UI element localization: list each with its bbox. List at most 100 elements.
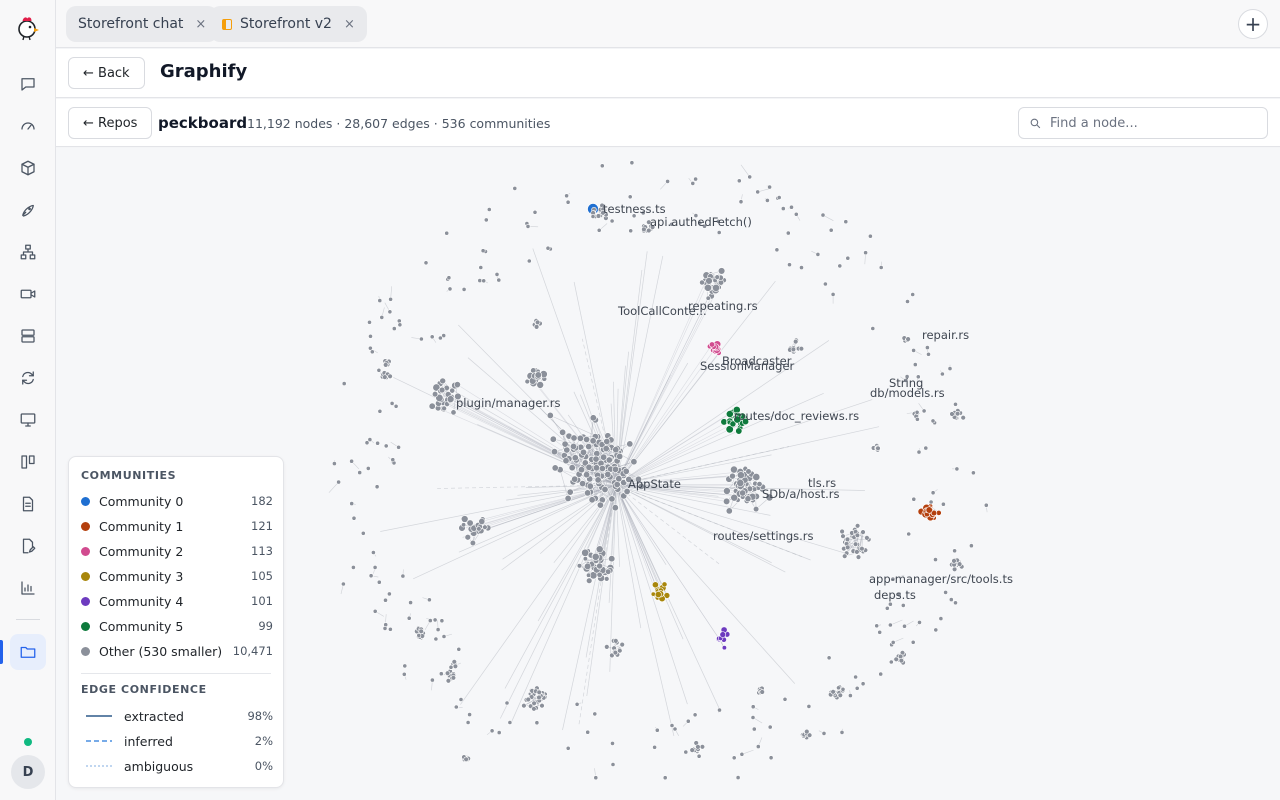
graph-node[interactable] xyxy=(863,250,868,256)
graph-node[interactable] xyxy=(585,463,593,471)
graph-node[interactable] xyxy=(521,702,527,709)
graph-node[interactable] xyxy=(477,278,483,283)
graph-node[interactable] xyxy=(854,523,861,529)
graph-node[interactable] xyxy=(450,675,457,681)
graph-node[interactable] xyxy=(930,490,936,496)
graph-node[interactable] xyxy=(951,558,957,564)
graph-node[interactable] xyxy=(478,265,484,270)
graph-node[interactable] xyxy=(650,591,656,597)
graph-node[interactable] xyxy=(683,749,689,755)
graph-node[interactable] xyxy=(444,670,451,676)
graph-node[interactable] xyxy=(877,629,883,635)
graph-node[interactable] xyxy=(690,181,696,186)
graph-node[interactable] xyxy=(888,622,893,628)
graph-node[interactable] xyxy=(589,414,597,422)
graph-node[interactable] xyxy=(910,639,916,645)
graph-node[interactable] xyxy=(512,186,518,191)
graph-node[interactable] xyxy=(672,726,678,732)
graph-node[interactable] xyxy=(464,533,472,541)
graph-node[interactable] xyxy=(840,533,846,539)
graph-node[interactable] xyxy=(912,362,918,367)
graph-node[interactable] xyxy=(467,712,472,717)
graph-node[interactable] xyxy=(662,775,668,781)
graph-node[interactable] xyxy=(804,728,810,735)
graph-node[interactable] xyxy=(878,671,884,677)
graph-node[interactable] xyxy=(367,319,372,325)
graph-node[interactable] xyxy=(340,581,346,587)
graph-node[interactable] xyxy=(615,475,623,483)
graph-node[interactable] xyxy=(525,696,531,703)
graph-node[interactable] xyxy=(752,505,760,513)
graph-node[interactable] xyxy=(579,448,587,456)
dashboard-gauge-icon[interactable] xyxy=(10,108,46,144)
graph-node[interactable] xyxy=(448,664,454,670)
graph-node[interactable] xyxy=(360,530,366,536)
graph-node[interactable] xyxy=(739,751,745,757)
graph-node[interactable] xyxy=(435,627,441,632)
graph-node[interactable] xyxy=(768,755,774,761)
graph-node[interactable] xyxy=(848,693,853,698)
graph-node[interactable] xyxy=(613,480,621,488)
graph-node[interactable] xyxy=(828,227,834,233)
graph-node[interactable] xyxy=(336,479,341,485)
graph-node[interactable] xyxy=(893,656,899,662)
graph-node[interactable] xyxy=(750,715,756,720)
search-input[interactable] xyxy=(1050,115,1250,131)
graph-node[interactable] xyxy=(705,277,713,285)
graph-node[interactable] xyxy=(386,591,392,597)
graph-node[interactable] xyxy=(391,326,397,331)
graph-node[interactable] xyxy=(608,555,616,563)
legend-community-0[interactable]: Community 0 182 xyxy=(81,491,273,511)
graph-node[interactable] xyxy=(563,446,571,454)
sitemap-icon[interactable] xyxy=(10,234,46,270)
graph-node[interactable] xyxy=(884,605,890,611)
graph-node[interactable] xyxy=(699,744,706,750)
server-icon[interactable] xyxy=(10,318,46,354)
graph-node[interactable] xyxy=(789,204,794,210)
document-icon[interactable] xyxy=(10,486,46,522)
graph-node[interactable] xyxy=(799,265,804,270)
graph-node[interactable] xyxy=(836,685,841,691)
graph-node[interactable] xyxy=(954,466,960,472)
chat-icon[interactable] xyxy=(10,66,46,102)
graph-node[interactable] xyxy=(374,484,380,490)
graph-node[interactable] xyxy=(695,744,701,750)
graph-node[interactable] xyxy=(699,279,705,286)
graph-node[interactable] xyxy=(382,374,388,380)
graph-node[interactable] xyxy=(331,461,337,466)
graph-node[interactable] xyxy=(669,723,675,728)
graph-node[interactable] xyxy=(390,457,396,463)
graph-node[interactable] xyxy=(917,619,922,625)
graph-node[interactable] xyxy=(372,564,378,570)
graph-node[interactable] xyxy=(844,544,851,551)
graph-node[interactable] xyxy=(586,572,592,578)
graph-node[interactable] xyxy=(383,362,389,368)
graph-node[interactable] xyxy=(452,663,459,669)
graph-node[interactable] xyxy=(561,440,569,448)
graph-node[interactable] xyxy=(598,464,606,472)
graph-node[interactable] xyxy=(369,349,375,355)
graph-node[interactable] xyxy=(745,468,752,475)
graph-node[interactable] xyxy=(712,283,720,292)
graph-node[interactable] xyxy=(906,531,912,537)
graph-node[interactable] xyxy=(852,541,859,547)
graph-node[interactable] xyxy=(752,473,761,481)
graph-node[interactable] xyxy=(756,481,763,488)
graph-node[interactable] xyxy=(737,471,745,479)
graph-node[interactable] xyxy=(911,496,917,502)
graph-node[interactable] xyxy=(983,502,989,508)
graph-node[interactable] xyxy=(613,638,619,644)
graph-node[interactable] xyxy=(730,465,738,474)
graph-node[interactable] xyxy=(826,655,832,661)
graph-node[interactable] xyxy=(387,309,393,315)
graph-node[interactable] xyxy=(481,278,487,284)
graph-node[interactable] xyxy=(461,286,467,292)
graph-node[interactable] xyxy=(446,275,452,281)
graph-node[interactable] xyxy=(480,248,486,254)
graph-node[interactable] xyxy=(616,452,624,460)
graph-node[interactable] xyxy=(696,753,702,759)
graph-node[interactable] xyxy=(594,476,602,484)
graph-node[interactable] xyxy=(943,589,948,595)
graph-node[interactable] xyxy=(585,443,593,451)
graph-node[interactable] xyxy=(610,741,615,746)
